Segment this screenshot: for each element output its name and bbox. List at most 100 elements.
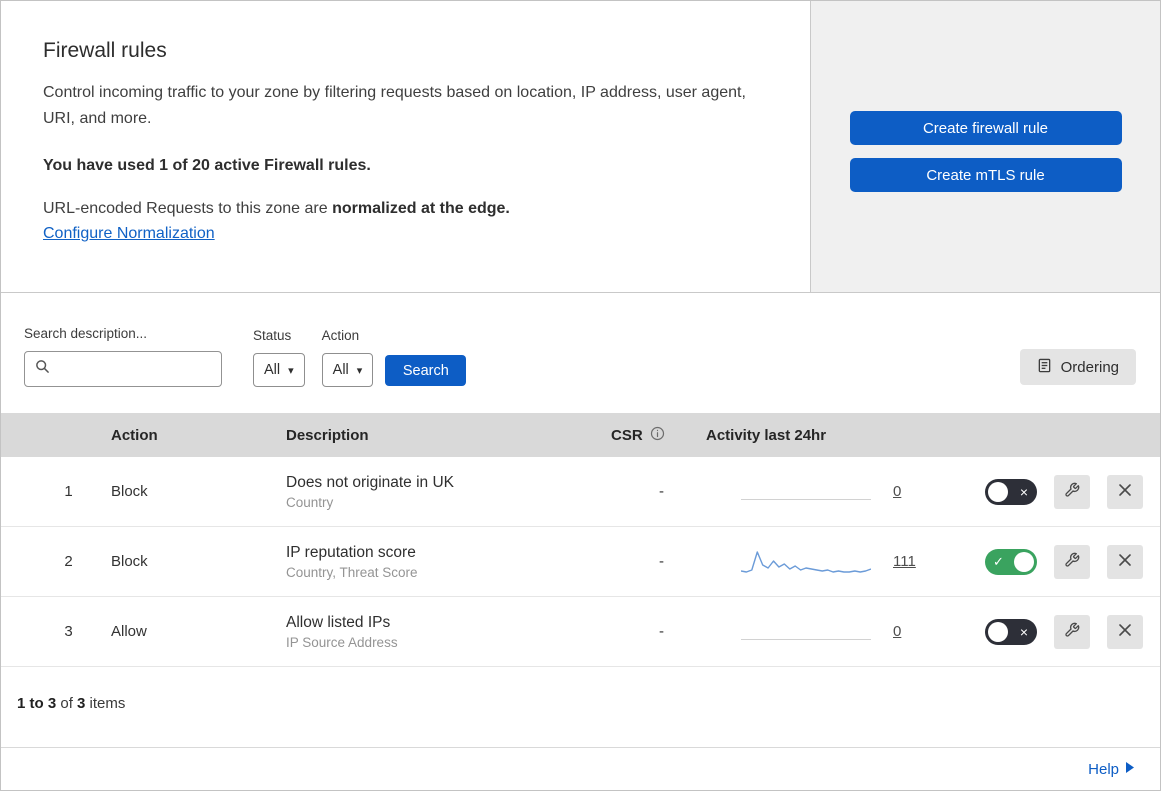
rule-controls: ✓ × xyxy=(976,544,1160,579)
delete-rule-button[interactable] xyxy=(1107,474,1143,509)
normalization-bold: normalized at the edge. xyxy=(332,199,510,217)
activity-count-link[interactable]: 0 xyxy=(893,483,901,500)
header-csr: CSR xyxy=(611,426,706,445)
info-icon[interactable] xyxy=(650,426,665,445)
ordering-button[interactable]: Ordering xyxy=(1019,349,1136,385)
rule-fields: Country xyxy=(286,494,334,510)
activity-count-link[interactable]: 0 xyxy=(893,623,901,640)
close-icon xyxy=(1118,483,1132,500)
rule-activity-cell: 0 xyxy=(706,617,976,647)
status-dropdown-value: All xyxy=(264,362,281,378)
delete-rule-button[interactable] xyxy=(1107,544,1143,579)
action-filter-group: Action All ▾ xyxy=(321,328,374,387)
rule-csr: - xyxy=(659,623,664,640)
delete-rule-button[interactable] xyxy=(1107,614,1143,649)
edit-rule-button[interactable] xyxy=(1054,614,1090,649)
filter-bar: Search description... Status All ▾ Actio… xyxy=(1,293,1160,413)
action-dropdown[interactable]: All ▾ xyxy=(321,353,374,387)
rule-enabled-toggle[interactable]: ✓ × xyxy=(985,548,1037,575)
close-icon xyxy=(1118,623,1132,640)
rule-activity-cell: 0 xyxy=(706,477,976,507)
x-icon: × xyxy=(1019,483,1028,500)
header-activity: Activity last 24hr xyxy=(706,426,827,444)
rule-action: Allow xyxy=(111,623,147,640)
actions-panel: Create firewall rule Create mTLS rule xyxy=(811,1,1160,292)
wrench-icon xyxy=(1064,622,1080,641)
rule-enabled-toggle[interactable]: ✓ × xyxy=(985,478,1037,505)
usage-notice: You have used 1 of 20 active Firewall ru… xyxy=(43,156,371,174)
edit-rule-button[interactable] xyxy=(1054,474,1090,509)
status-dropdown[interactable]: All ▾ xyxy=(253,353,305,387)
search-label: Search description... xyxy=(24,326,148,341)
rule-csr: - xyxy=(659,553,664,570)
header-description: Description xyxy=(286,426,369,444)
wrench-icon xyxy=(1064,552,1080,571)
items-text: items xyxy=(85,695,126,712)
check-icon: ✓ xyxy=(993,553,1004,569)
toggle-knob xyxy=(988,481,1008,502)
rule-action: Block xyxy=(111,553,148,570)
rule-controls: ✓ × xyxy=(976,474,1160,509)
list-document-icon xyxy=(1037,358,1052,377)
action-label: Action xyxy=(321,328,360,343)
activity-sparkline xyxy=(741,547,871,577)
rule-description-cell: Allow listed IPs IP Source Address xyxy=(286,614,611,650)
rule-priority: 3 xyxy=(64,623,73,640)
header-text-panel: Firewall rules Control incoming traffic … xyxy=(1,1,811,292)
header-action: Action xyxy=(111,426,158,444)
search-input-wrap xyxy=(24,351,222,387)
action-dropdown-value: All xyxy=(332,362,349,378)
wrench-icon xyxy=(1064,482,1080,501)
table-row: 2 Block IP reputation score Country, Thr… xyxy=(1,527,1160,597)
rule-description-cell: Does not originate in UK Country xyxy=(286,474,611,510)
status-filter-group: Status All ▾ xyxy=(253,328,305,387)
activity-sparkline-empty xyxy=(741,477,871,507)
rule-priority: 2 xyxy=(64,553,73,570)
rule-enabled-toggle[interactable]: ✓ × xyxy=(985,618,1037,645)
rule-activity-cell: 111 xyxy=(706,547,976,577)
chevron-down-icon: ▾ xyxy=(288,364,294,377)
rule-description: Does not originate in UK xyxy=(286,473,455,491)
table-row: 1 Block Does not originate in UK Country… xyxy=(1,457,1160,527)
chevron-down-icon: ▾ xyxy=(356,364,363,377)
create-firewall-rule-button[interactable]: Create firewall rule xyxy=(849,111,1122,145)
search-input[interactable] xyxy=(58,361,211,377)
status-label: Status xyxy=(253,328,292,343)
page-title: Firewall rules xyxy=(43,39,167,62)
configure-normalization-link[interactable]: Configure Normalization xyxy=(43,225,215,243)
toggle-knob xyxy=(988,621,1008,642)
edit-rule-button[interactable] xyxy=(1054,544,1090,579)
toggle-knob xyxy=(1014,551,1034,572)
close-icon xyxy=(1118,553,1132,570)
activity-count-link[interactable]: 111 xyxy=(893,553,916,570)
page-header-section: Firewall rules Control incoming traffic … xyxy=(1,1,1160,293)
ordering-button-label: Ordering xyxy=(1060,358,1119,376)
item-range: 1 to 3 xyxy=(17,695,57,712)
search-icon xyxy=(35,359,50,379)
table-header-row: Action Description CSR Activity last 24h… xyxy=(1,413,1160,457)
table-pagination-summary: 1 to 3 of 3 items xyxy=(1,667,1160,747)
rule-priority: 1 xyxy=(64,483,73,500)
table-row: 3 Allow Allow listed IPs IP Source Addre… xyxy=(1,597,1160,667)
search-button[interactable]: Search xyxy=(385,355,467,386)
normalization-notice: URL-encoded Requests to this zone are no… xyxy=(43,200,768,218)
rule-description-cell: IP reputation score Country, Threat Scor… xyxy=(286,544,611,580)
of-text: of xyxy=(56,695,78,712)
rule-description: IP reputation score xyxy=(286,543,416,561)
activity-sparkline-empty xyxy=(741,617,871,647)
rule-fields: IP Source Address xyxy=(286,634,398,650)
x-icon: × xyxy=(1019,623,1028,640)
help-link[interactable]: Help xyxy=(1088,761,1119,778)
rule-controls: ✓ × xyxy=(976,614,1160,649)
rule-description: Allow listed IPs xyxy=(286,613,391,631)
create-mtls-rule-button[interactable]: Create mTLS rule xyxy=(849,158,1122,192)
help-bar: Help xyxy=(1,747,1160,790)
normalization-text: URL-encoded Requests to this zone are xyxy=(43,199,333,217)
search-group: Search description... xyxy=(24,326,222,387)
rule-csr: - xyxy=(659,483,664,500)
rule-action: Block xyxy=(111,483,148,500)
arrow-right-icon xyxy=(1126,760,1134,778)
firewall-rules-page: Firewall rules Control incoming traffic … xyxy=(0,0,1161,791)
rule-fields: Country, Threat Score xyxy=(286,564,418,580)
page-description: Control incoming traffic to your zone by… xyxy=(43,84,746,127)
